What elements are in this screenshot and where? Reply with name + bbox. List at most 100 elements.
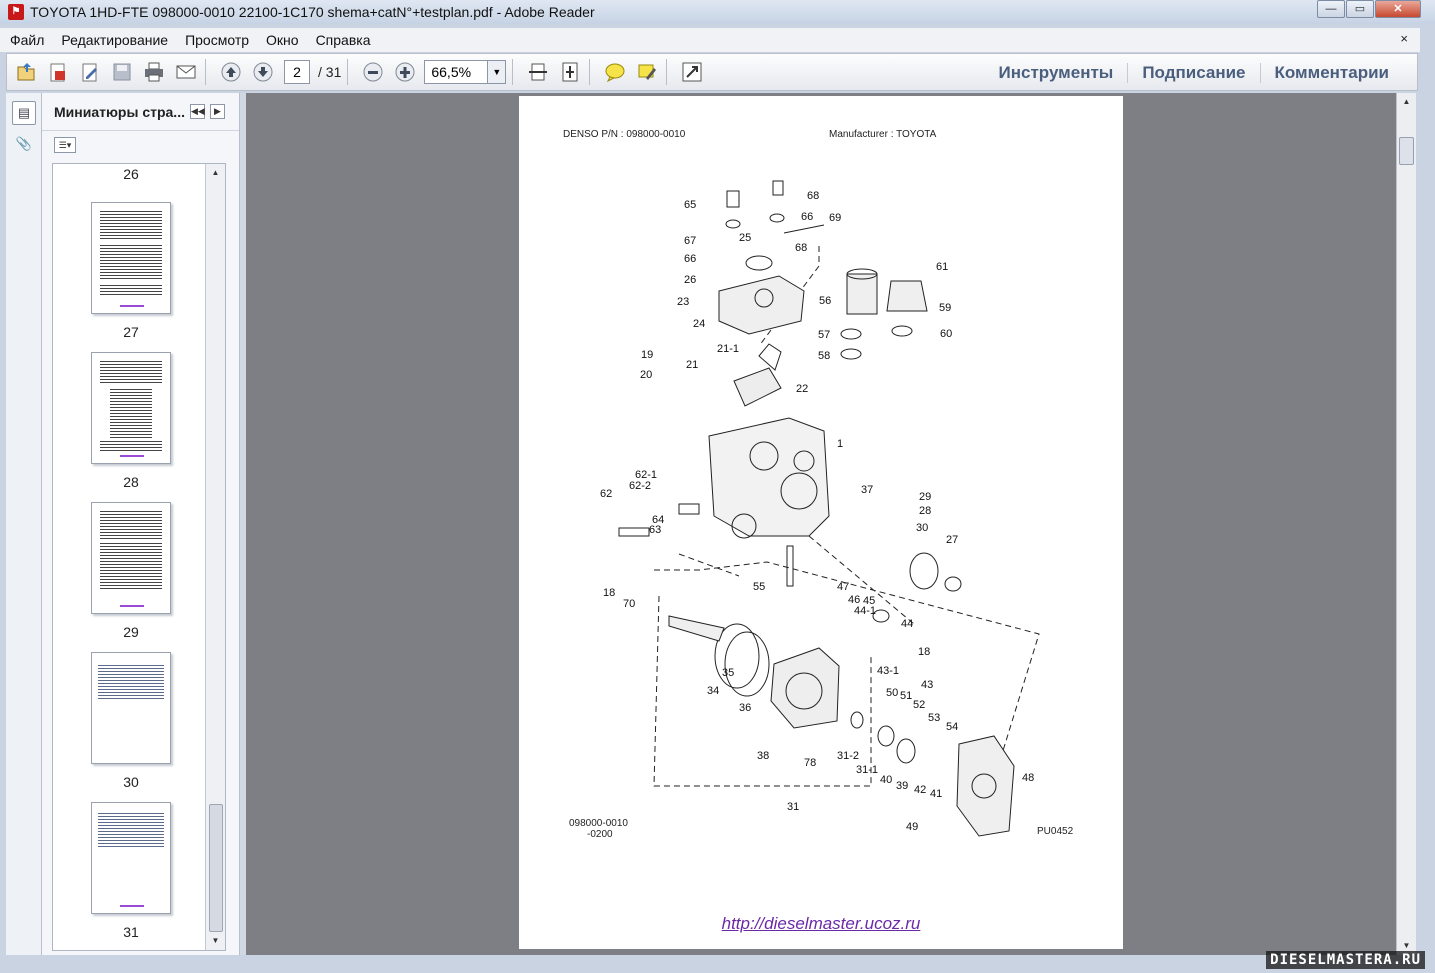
part-callout-label: 40 [880,774,892,786]
page-text [98,665,164,701]
menu-file[interactable]: Файл [3,32,51,48]
drawing-code-line2: -0200 [587,829,613,840]
page-text [98,813,164,849]
part-callout-label: 37 [861,484,873,496]
window-controls: — ▭ ✕ [1316,0,1421,18]
part-callout-label: 23 [677,296,689,308]
minimize-button[interactable]: — [1317,0,1345,18]
edit-icon[interactable] [77,59,103,85]
part-callout-label: 38 [757,750,769,762]
thumbnail-item[interactable]: 28 [91,352,171,490]
part-callout-label: 21 [686,359,698,371]
scroll-up-icon[interactable]: ▲ [1397,93,1416,111]
source-link[interactable]: http://dieselmaster.ucoz.ru [519,914,1123,934]
part-callout-label: 19 [641,349,653,361]
fit-width-icon[interactable] [525,59,551,85]
part-callout-label: 48 [1022,772,1034,784]
create-pdf-icon[interactable] [45,59,71,85]
highlight-icon[interactable] [634,59,660,85]
page-text [100,511,162,539]
figure-code: PU0452 [1037,826,1074,837]
thumbnail-scrollbar[interactable]: ▲ ▼ [205,164,225,950]
comments-link[interactable]: Комментарии [1259,63,1403,83]
part-callout-label: 43 [921,679,933,691]
open-icon[interactable] [13,59,39,85]
part-callout-label: 66 [801,211,813,223]
part-callout-label: 36 [739,702,751,714]
part-callout-label: 57 [818,329,830,341]
part-callout-label: 24 [693,318,705,330]
part-callout-label: 20 [640,369,652,381]
options-menu-icon[interactable]: ☰▾ [54,137,76,153]
part-callout-label: 55 [753,581,765,593]
menu-edit[interactable]: Редактирование [54,32,175,48]
attachments-icon[interactable]: 📎 [12,133,36,157]
adobe-reader-window: ⚑ TOYOTA 1HD-FTE 098000-0010 22100-1C170… [0,0,1435,973]
drawing-code: 098000-0010 -0200 [569,818,628,840]
menu-window[interactable]: Окно [259,32,306,48]
thumbnail-item[interactable]: 27 [91,202,171,340]
page-text [110,389,152,439]
part-callout-label: 22 [796,383,808,395]
part-callout-label: 61 [936,261,948,273]
part-callout-label: 39 [896,780,908,792]
thumbnail-options: ☰▾ [42,131,239,159]
page-text [100,361,162,385]
page-total: / 31 [318,64,342,80]
email-icon[interactable] [173,59,199,85]
chevron-down-icon[interactable]: ▼ [487,61,506,83]
zoom-select[interactable]: 66,5% ▼ [424,60,507,84]
part-callout-label: 69 [829,212,841,224]
document-viewport[interactable]: DENSO P/N : 098000-0010 Manufacturer : T… [246,93,1396,955]
prev-page-icon[interactable] [218,59,244,85]
zoom-out-icon[interactable] [360,59,386,85]
pages-icon[interactable]: ▤ [12,101,36,125]
menu-help[interactable]: Справка [309,32,378,48]
scrollbar-thumb[interactable] [1399,137,1414,165]
page-footer [120,305,144,307]
collapse-left-icon[interactable]: ◀◀ [189,104,205,119]
thumbnail-label: 28 [123,474,139,490]
thumbnail-list[interactable]: 26 27 28 29 30 31 ▲ ▼ [52,163,226,951]
part-callout-label: 28 [919,505,931,517]
part-callout-label: 34 [707,685,719,697]
scrollbar-thumb[interactable] [209,804,223,932]
document-scrollbar[interactable]: ▲ ▼ [1396,93,1416,955]
thumbnail-item[interactable]: 29 [91,502,171,640]
tools-link[interactable]: Инструменты [985,63,1128,83]
sign-link[interactable]: Подписание [1127,63,1259,83]
part-callout-label: 44 [901,618,913,630]
expand-right-icon[interactable]: ▶ [209,104,225,119]
toolbar-separator [589,59,591,85]
part-callout-label: 31-2 [837,750,859,762]
scroll-up-icon[interactable]: ▲ [206,164,225,182]
part-callout-label: 67 [684,235,696,247]
close-button[interactable]: ✕ [1375,0,1421,18]
save-icon[interactable] [109,59,135,85]
fullscreen-icon[interactable] [679,59,705,85]
scroll-down-icon[interactable]: ▼ [206,932,225,950]
part-callout-label: 62 [600,488,612,500]
thumbnail-item[interactable]: 30 [91,652,171,790]
page-number-input[interactable]: 2 [284,60,310,84]
maximize-button[interactable]: ▭ [1346,0,1374,18]
comment-icon[interactable] [602,59,628,85]
zoom-in-icon[interactable] [392,59,418,85]
next-page-icon[interactable] [250,59,276,85]
fit-page-icon[interactable] [557,59,583,85]
part-callout-label: 78 [804,757,816,769]
document-close-icon[interactable]: × [1400,31,1408,46]
part-callout-label: 1 [837,438,843,450]
toolbar-separator [347,59,349,85]
toolbar-separator [205,59,206,85]
part-callout-label: 62-2 [629,480,651,492]
menu-view[interactable]: Просмотр [178,32,256,48]
thumbnail-item[interactable]: 26 [91,164,171,182]
drawing-code-line1: 098000-0010 [569,818,628,829]
print-icon[interactable] [141,59,167,85]
page-footer [120,455,144,457]
thumbnail-item[interactable]: 31 [91,802,171,940]
part-callout-label: 50 [886,687,898,699]
pdf-app-icon: ⚑ [8,4,24,20]
thumbnail-page [91,202,171,314]
